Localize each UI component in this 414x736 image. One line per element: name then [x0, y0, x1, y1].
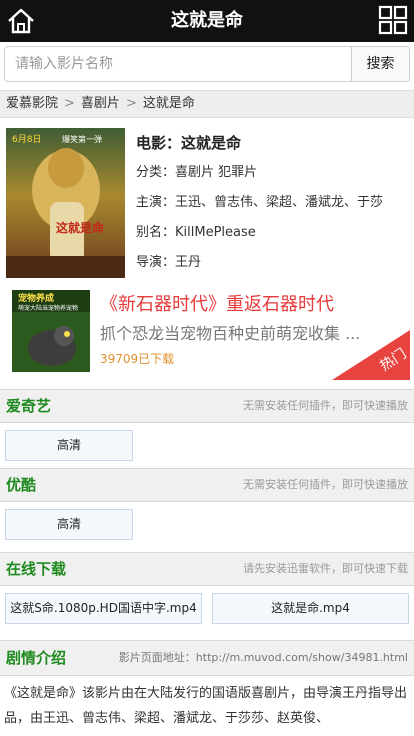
- breadcrumb-home[interactable]: 爱慕影院: [6, 96, 58, 111]
- breadcrumb: 爱慕影院 > 喜剧片 > 这就是命: [0, 90, 414, 118]
- plot-title: 剧情介绍: [6, 649, 67, 667]
- download-link-1080p[interactable]: 这就S命.1080p.HD国语中字.mp4: [5, 593, 202, 624]
- poster-title: 这就是命: [56, 220, 105, 235]
- breadcrumb-separator: >: [64, 96, 75, 111]
- play-link-hd[interactable]: 高清: [5, 430, 133, 461]
- ad-thumbnail[interactable]: 宠物养成 萌宠大陆当宠物养宠物: [12, 290, 90, 372]
- search-input[interactable]: [5, 47, 350, 81]
- breadcrumb-category[interactable]: 喜剧片: [81, 96, 120, 111]
- source-name: 优酷: [6, 476, 37, 494]
- source-tip: 无需安装任何插件，即可快速播放: [243, 478, 408, 491]
- movie-title: 电影：这就是命: [136, 134, 242, 152]
- ad-thumb-title: 宠物养成: [18, 292, 54, 304]
- movie-info: 电影：这就是命 分类：喜剧片 犯罪片 主演：王迅、曾志伟、梁超、潘斌龙、于莎 别…: [136, 128, 412, 278]
- play-link-hd[interactable]: 高清: [5, 509, 133, 540]
- plot-synopsis: 《这就是命》该影片由在大陆发行的国语版喜剧片，由导演王丹指导出品，由王迅、曾志伟…: [4, 686, 408, 726]
- source-tip: 请先安装迅雷软件，即可快速下载: [243, 562, 408, 575]
- poster-tag: 爆笑第一弹: [62, 134, 102, 144]
- download-link-mp4[interactable]: 这就是命.mp4: [212, 593, 409, 624]
- search-button[interactable]: 搜索: [351, 47, 409, 81]
- search-bar: 搜索: [4, 46, 410, 82]
- breadcrumb-current: 这就是命: [142, 96, 195, 111]
- top-bar: 这就是命: [0, 0, 414, 42]
- source-tip: 无需安装任何插件，即可快速播放: [243, 399, 408, 412]
- plot-header: 剧情介绍 影片页面地址：http://m.muvod.com/show/3498…: [0, 640, 414, 676]
- page-title: 这就是命: [171, 10, 243, 31]
- movie-director: 导演：王丹: [136, 255, 202, 270]
- movie-alias: 别名：KillMePlease: [136, 225, 256, 240]
- page-url[interactable]: 影片页面地址：http://m.muvod.com/show/34981.htm…: [119, 641, 408, 675]
- source-name: 在线下载: [6, 560, 67, 578]
- poster-date: 6月8日: [12, 134, 41, 145]
- ad-download-count: 39709已下载: [100, 352, 175, 366]
- grid-menu-icon[interactable]: [378, 4, 408, 36]
- source-header-iqiyi: 爱奇艺 无需安装任何插件，即可快速播放: [0, 389, 414, 423]
- movie-cast: 主演：王迅、曾志伟、梁超、潘斌龙、于莎: [136, 195, 384, 210]
- source-header-download: 在线下载 请先安装迅雷软件，即可快速下载: [0, 552, 414, 586]
- movie-poster[interactable]: 6月8日 爆笑第一弹 这就是命: [6, 128, 125, 278]
- movie-genre: 分类：喜剧片 犯罪片: [136, 165, 258, 180]
- source-name: 爱奇艺: [6, 397, 52, 415]
- ad-thumb-sub: 萌宠大陆当宠物养宠物: [18, 304, 78, 312]
- source-header-youku: 优酷 无需安装任何插件，即可快速播放: [0, 468, 414, 502]
- ad-headline[interactable]: 《新石器时代》重返石器时代: [100, 290, 334, 316]
- breadcrumb-separator: >: [125, 96, 137, 111]
- hot-badge: 热门: [332, 330, 410, 380]
- ad-banner[interactable]: 宠物养成 萌宠大陆当宠物养宠物 《新石器时代》重返石器时代 抓个恐龙当宠物百种史…: [4, 284, 410, 380]
